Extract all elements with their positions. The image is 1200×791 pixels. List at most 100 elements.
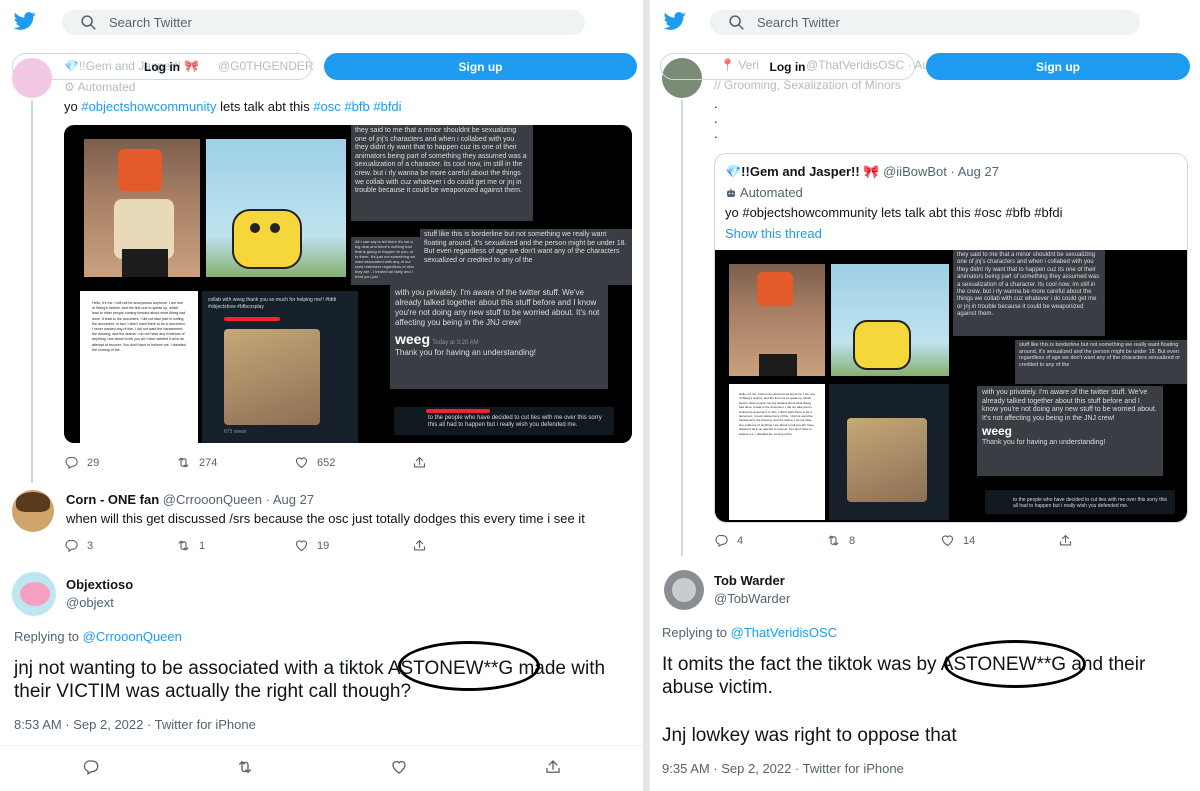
show-thread-link[interactable]: Show this thread	[725, 226, 822, 241]
share-icon	[1058, 533, 1073, 548]
hashtag[interactable]: #bfb	[344, 99, 369, 114]
left-screenshot: Search Twitter 💎!!Gem and Jasper!! 🎀 @G0…	[0, 0, 643, 791]
author-name[interactable]: Objextioso	[66, 577, 133, 592]
thread-line	[31, 100, 33, 483]
eye	[250, 223, 260, 233]
login-button[interactable]: Log in	[660, 53, 915, 80]
replying-handle[interactable]: @ThatVeridisOSC	[731, 625, 837, 640]
signup-button[interactable]: Sign up	[324, 53, 637, 80]
robot-icon	[725, 187, 737, 199]
share-icon	[544, 758, 562, 776]
reply-header: Corn - ONE fan @CrrooonQueen · Aug 27	[66, 492, 315, 507]
author-handle[interactable]: @TobWarder	[714, 591, 790, 606]
quoted-media: they said to me that a minor shouldnt be…	[715, 250, 1187, 522]
author-name[interactable]: Tob Warder	[714, 573, 785, 588]
like-action[interactable]: 19	[294, 538, 329, 553]
retweet-icon	[236, 758, 254, 776]
like-action[interactable]	[390, 758, 408, 776]
reply-author-handle[interactable]: @CrrooonQueen	[163, 492, 262, 507]
like-action[interactable]: 652	[294, 455, 335, 470]
chat-screenshot: stuff like this is borderline but not so…	[420, 229, 632, 285]
replying-label: Replying to	[14, 629, 80, 644]
avatar[interactable]	[12, 572, 56, 616]
retweet-action[interactable]: 8	[826, 533, 855, 548]
retweet-icon	[176, 538, 191, 553]
automated-label: ⚙ Automated	[64, 80, 135, 94]
quoted-header: 💎!!Gem and Jasper!! 🎀 @iiBowBot · Aug 27	[725, 164, 999, 179]
chat-username: weeg	[395, 331, 431, 347]
retweet-action[interactable]	[236, 758, 254, 776]
twitter-bird-icon[interactable]	[662, 10, 688, 32]
twitter-bird-icon[interactable]	[12, 10, 38, 32]
like-icon	[294, 538, 309, 553]
tiktok-screenshot	[829, 384, 949, 520]
hashtag[interactable]: #bfdi	[373, 99, 401, 114]
chat-screenshot: with you privately. I'm aware of the twi…	[977, 386, 1163, 476]
avatar-pig	[20, 582, 50, 606]
reply-text: when will this get discussed /srs becaus…	[66, 511, 585, 526]
shorts	[122, 249, 168, 277]
chat-screenshot: they said to me that a minor shouldnt be…	[351, 125, 533, 221]
hashtag[interactable]: #objectshowcommunity	[81, 99, 216, 114]
signup-button[interactable]: Sign up	[926, 53, 1190, 80]
four-character	[232, 209, 302, 269]
reply-icon	[64, 538, 79, 553]
tiktok-photo	[224, 329, 320, 425]
like-icon	[940, 533, 955, 548]
highlight-oval	[398, 641, 540, 691]
chat-screenshot: they said to me that a minor shouldnt be…	[953, 250, 1105, 336]
share-action[interactable]	[1058, 533, 1073, 548]
sticker-overlay	[757, 272, 793, 306]
reply-action[interactable]: 3	[64, 538, 93, 553]
search-icon	[728, 14, 745, 31]
reply-icon	[64, 455, 79, 470]
reply-count: 3	[87, 539, 94, 552]
author-handle[interactable]: @objext	[66, 595, 114, 610]
chat-message: with you privately. I'm aware of the twi…	[395, 288, 600, 327]
like-action[interactable]: 14	[940, 533, 975, 548]
search-input[interactable]: Search Twitter	[710, 10, 1140, 35]
search-placeholder: Search Twitter	[757, 15, 840, 30]
share-action[interactable]	[412, 455, 427, 470]
search-input[interactable]: Search Twitter	[62, 10, 585, 35]
search-icon	[80, 14, 97, 31]
like-count: 652	[317, 456, 336, 469]
retweet-action[interactable]: 274	[176, 455, 217, 470]
bio-text: // Grooming, Sexalization of Minors	[714, 78, 901, 92]
tweet-text: yo #objectshowcommunity lets talk abt th…	[64, 99, 402, 114]
cosplay-photo	[729, 264, 825, 376]
right-screenshot: Search Twitter 📍 Veri @ThatVeridisOSC · …	[650, 0, 1200, 791]
share-action[interactable]	[412, 538, 427, 553]
chat-screenshot: with you privately. I'm aware of the twi…	[390, 285, 608, 389]
hashtag[interactable]: #osc	[313, 99, 340, 114]
automated-label: Automated	[725, 185, 803, 200]
collab-caption: collab with weeg thank you so much for h…	[208, 297, 337, 310]
dm-screenshot: to the people who have decided to cut ti…	[985, 490, 1175, 514]
replying-handle[interactable]: @CrrooonQueen	[83, 629, 182, 644]
like-icon	[390, 758, 408, 776]
avatar[interactable]	[664, 570, 704, 610]
login-button[interactable]: Log in	[12, 53, 312, 80]
retweet-count: 1	[199, 539, 206, 552]
ellipsis: . . .	[714, 96, 718, 141]
chat-screenshot: All I can say is tell them it's not a bi…	[351, 237, 421, 285]
redaction	[224, 317, 280, 321]
replying-label: Replying to	[662, 625, 728, 640]
tweet-text: abuse victim.	[662, 677, 773, 698]
chat-message: Thank you for having an understanding!	[395, 348, 536, 357]
like-icon	[294, 455, 309, 470]
chat-message: Thank you for having an understanding!	[982, 438, 1106, 446]
reply-author-name[interactable]: Corn - ONE fan	[66, 492, 159, 507]
reply-action[interactable]: 4	[714, 533, 743, 548]
reply-action[interactable]	[82, 758, 100, 776]
reply-date[interactable]: Aug 27	[273, 492, 314, 507]
automated-text: Automated	[739, 185, 803, 200]
character-art	[831, 264, 949, 376]
share-action[interactable]	[544, 758, 562, 776]
reply-action[interactable]: 29	[64, 455, 99, 470]
avatar[interactable]	[12, 490, 54, 532]
quoted-tweet[interactable]: 💎!!Gem and Jasper!! 🎀 @iiBowBot · Aug 27…	[714, 153, 1188, 523]
retweet-action[interactable]: 1	[176, 538, 205, 553]
tweet-media[interactable]: they said to me that a minor shouldnt be…	[64, 125, 632, 443]
thread-line	[681, 100, 683, 556]
